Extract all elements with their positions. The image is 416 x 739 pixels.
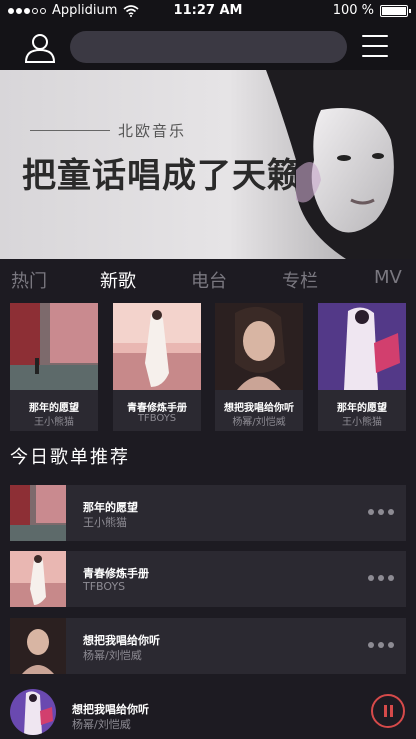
playlist-row[interactable]: 想把我唱给你听 杨幂/刘恺威 — [10, 618, 406, 674]
more-icon[interactable] — [368, 642, 394, 648]
row-artist: 杨幂/刘恺威 — [83, 649, 142, 662]
row-cover — [10, 618, 66, 674]
battery-icon — [380, 4, 411, 17]
new-songs-row: 那年的愿望 王小熊猫 青春修炼手册 TFBOYS 想把我唱给你听 杨幂/刘恺威 — [10, 303, 406, 431]
user-icon[interactable] — [22, 31, 58, 63]
song-title: 想把我唱给你听 — [224, 403, 294, 414]
promo-banner[interactable]: 北欧音乐 把童话唱成了天籁 — [0, 70, 416, 259]
more-icon[interactable] — [368, 575, 394, 581]
now-playing-bar[interactable]: 想把我唱给你听 杨幂/刘恺威 — [0, 685, 416, 739]
tab-radio[interactable]: 电台 — [191, 267, 227, 293]
tab-new-songs[interactable]: 新歌 — [100, 267, 136, 293]
tab-column[interactable]: 专栏 — [282, 267, 318, 293]
cover-image — [318, 303, 406, 390]
song-card[interactable]: 那年的愿望 王小熊猫 — [10, 303, 98, 431]
song-title: 那年的愿望 — [29, 403, 79, 414]
song-card[interactable]: 那年的愿望 王小熊猫 — [318, 303, 406, 431]
song-artist: TFBOYS — [137, 413, 177, 424]
playlist-row[interactable]: 那年的愿望 王小熊猫 — [10, 485, 406, 541]
now-playing-title: 想把我唱给你听 — [72, 703, 149, 716]
tab-mv[interactable]: MV — [374, 267, 402, 288]
cover-image — [215, 303, 303, 390]
more-icon[interactable] — [368, 509, 394, 515]
row-title: 那年的愿望 — [83, 501, 138, 514]
row-title: 想把我唱给你听 — [83, 634, 160, 647]
cover-image — [113, 303, 201, 390]
row-artist: 王小熊猫 — [83, 516, 127, 529]
song-artist: 杨幂/刘恺威 — [232, 417, 286, 428]
menu-icon[interactable] — [362, 35, 388, 57]
row-title: 青春修炼手册 — [83, 567, 149, 580]
song-card[interactable]: 青春修炼手册 TFBOYS — [113, 303, 201, 431]
playlist-row[interactable]: 青春修炼手册 TFBOYS — [10, 551, 406, 607]
song-title: 青春修炼手册 — [127, 403, 187, 414]
banner-artwork — [266, 70, 416, 259]
song-artist: 王小熊猫 — [342, 417, 382, 428]
tab-hot[interactable]: 热门 — [11, 267, 47, 293]
song-card[interactable]: 想把我唱给你听 杨幂/刘恺威 — [215, 303, 303, 431]
app-header — [0, 22, 416, 70]
pause-icon[interactable] — [371, 694, 405, 728]
search-input[interactable] — [70, 31, 347, 63]
banner-divider — [30, 130, 110, 131]
row-cover — [10, 551, 66, 607]
row-cover — [10, 485, 66, 541]
song-artist: 王小熊猫 — [34, 417, 74, 428]
song-title: 那年的愿望 — [337, 403, 387, 414]
now-playing-cover — [10, 689, 56, 735]
battery-label: 100 % — [332, 3, 374, 18]
section-title: 今日歌单推荐 — [10, 447, 130, 468]
status-bar: Applidium 11:27 AM 100 % — [0, 0, 416, 22]
banner-subtitle: 北欧音乐 — [118, 122, 187, 140]
category-tabs: 热门 新歌 电台 专栏 MV — [0, 267, 416, 297]
now-playing-artist: 杨幂/刘恺威 — [72, 718, 131, 731]
row-artist: TFBOYS — [83, 580, 126, 593]
cover-image — [10, 303, 98, 390]
battery-group: 100 % — [332, 3, 411, 18]
